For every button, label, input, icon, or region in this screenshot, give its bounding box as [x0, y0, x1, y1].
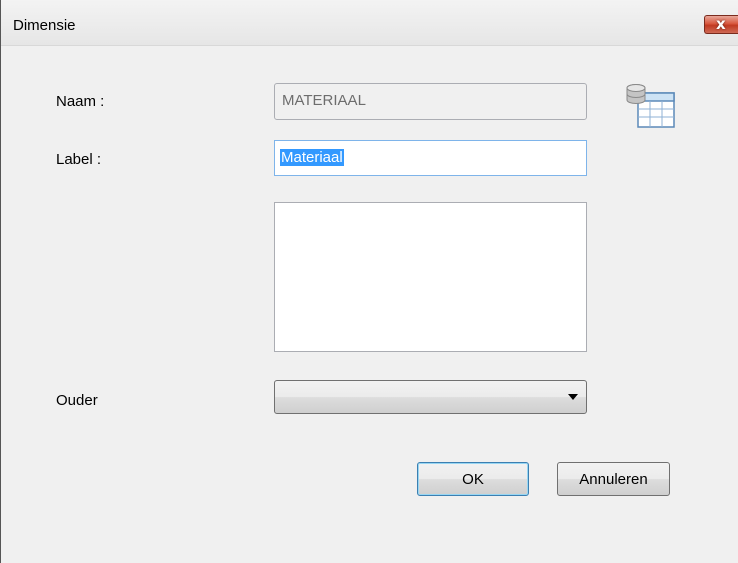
- database-table-icon[interactable]: [624, 83, 676, 129]
- ok-button-label: OK: [462, 471, 484, 488]
- cancel-button[interactable]: Annuleren: [557, 462, 670, 496]
- naam-value: MATERIAAL: [282, 92, 366, 109]
- description-textarea[interactable]: [274, 202, 587, 352]
- title-bar[interactable]: Dimensie x: [1, 0, 738, 46]
- ouder-label: Ouder: [56, 392, 98, 409]
- dialog-window: Dimensie x Naam : MATERIAAL Label : Mate…: [0, 0, 738, 563]
- label-input-value: Materiaal: [280, 149, 344, 166]
- ok-button[interactable]: OK: [417, 462, 529, 496]
- ouder-dropdown[interactable]: [274, 380, 587, 414]
- chevron-down-icon: [568, 394, 578, 400]
- label-label: Label :: [56, 151, 102, 168]
- window-title: Dimensie: [13, 17, 76, 34]
- close-icon: x: [716, 15, 726, 33]
- label-input[interactable]: Materiaal: [274, 140, 587, 176]
- naam-field: MATERIAAL: [274, 83, 587, 120]
- close-button[interactable]: x: [704, 15, 738, 34]
- cancel-button-label: Annuleren: [579, 471, 648, 488]
- naam-label: Naam :: [56, 93, 105, 110]
